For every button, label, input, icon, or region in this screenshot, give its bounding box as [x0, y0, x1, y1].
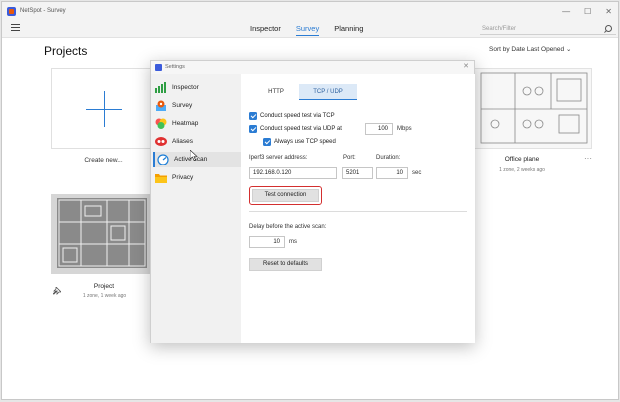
delay-unit-label: ms: [289, 239, 297, 245]
active-scan-panel: HTTP TCP / UDP Conduct speed test via TC…: [241, 74, 475, 343]
project-title-office[interactable]: Office plane: [492, 156, 552, 163]
test-connection-button[interactable]: Test connection: [252, 189, 319, 202]
udp-unit-label: Mbps: [397, 126, 412, 132]
tab-http[interactable]: HTTP: [253, 84, 299, 100]
server-address-label: Iperf3 server address:: [249, 155, 308, 161]
sidebar-item-label: Survey: [172, 102, 193, 109]
main-nav: Inspector Survey Planning: [250, 20, 363, 38]
project-title-project[interactable]: Project: [82, 283, 126, 290]
survey-pin-icon: [155, 100, 167, 111]
pin-icon[interactable]: [52, 282, 62, 295]
heatmap-icon: [155, 118, 167, 129]
page-title: Projects: [44, 44, 88, 58]
sidebar-item-aliases[interactable]: Aliases: [153, 134, 241, 149]
settings-sidebar: Inspector Survey Heatmap Aliases Active …: [151, 74, 241, 343]
duration-label: Duration:: [376, 155, 401, 161]
search-input[interactable]: Search/Filter: [480, 23, 616, 35]
sidebar-item-privacy[interactable]: Privacy: [153, 170, 241, 185]
floor-plan-image: [475, 69, 591, 148]
app-window: NetSpot - Survey — ☐ ✕ Inspector Survey …: [1, 1, 619, 400]
settings-title: Settings: [165, 64, 185, 70]
netspot-logo-icon: [155, 64, 162, 71]
udp-rate-input[interactable]: 100: [365, 123, 393, 135]
tab-survey[interactable]: Survey: [295, 20, 320, 38]
duration-unit-label: sec: [412, 170, 422, 176]
project-thumbnail-office[interactable]: [474, 68, 592, 149]
app-bar: Inspector Survey Planning Search/Filter: [2, 20, 618, 38]
always-tcp-checkbox[interactable]: [263, 138, 271, 146]
always-tcp-label: Always use TCP speed: [274, 139, 336, 145]
minimize-button[interactable]: —: [562, 7, 570, 16]
delay-label: Delay before the active scan:: [249, 224, 327, 230]
sidebar-item-heatmap[interactable]: Heatmap: [153, 116, 241, 131]
duration-input[interactable]: 10: [376, 167, 408, 179]
sidebar-item-label: Heatmap: [172, 120, 199, 127]
window-title: NetSpot - Survey: [20, 8, 66, 14]
udp-speed-test-checkbox[interactable]: [249, 125, 257, 133]
create-project-label: Create new...: [84, 157, 123, 164]
project-thumbnail-project[interactable]: [51, 194, 153, 274]
title-bar: NetSpot - Survey — ☐ ✕: [2, 2, 618, 20]
hamburger-menu-icon[interactable]: [11, 24, 20, 32]
close-icon[interactable]: ✕: [463, 62, 469, 70]
tcp-speed-test-row: Conduct speed test via TCP: [249, 112, 335, 120]
close-window-button[interactable]: ✕: [605, 7, 612, 16]
maximize-button[interactable]: ☐: [584, 7, 591, 16]
project-subtitle-office: 1 zone, 2 weeks ago: [499, 167, 545, 173]
sort-dropdown[interactable]: Sort by Date Last Opened ⌄: [489, 45, 571, 53]
port-input[interactable]: 5201: [342, 167, 373, 179]
sidebar-item-label: Inspector: [172, 84, 199, 91]
tab-inspector[interactable]: Inspector: [250, 20, 281, 38]
server-address-input[interactable]: 192.168.0.120: [249, 167, 337, 179]
sidebar-item-survey[interactable]: Survey: [153, 98, 241, 113]
window-controls: — ☐ ✕: [562, 2, 612, 20]
floor-plan-image: [51, 194, 153, 274]
sidebar-item-label: Aliases: [172, 138, 193, 145]
udp-speed-test-label: Conduct speed test via UDP at: [260, 126, 342, 132]
bar-chart-icon: [155, 82, 167, 93]
search-icon: [605, 25, 612, 32]
tab-tcp-udp[interactable]: TCP / UDP: [299, 84, 357, 100]
create-project-card[interactable]: [51, 68, 156, 149]
tcp-speed-test-label: Conduct speed test via TCP: [260, 113, 335, 119]
delay-input[interactable]: 10: [249, 236, 285, 248]
search-placeholder: Search/Filter: [482, 26, 517, 32]
speedometer-icon: [157, 154, 169, 166]
netspot-logo-icon: [7, 6, 16, 16]
udp-speed-test-row: Conduct speed test via UDP at: [249, 125, 342, 133]
settings-title-bar: Settings ✕: [151, 61, 474, 74]
reset-defaults-button[interactable]: Reset to defaults: [249, 258, 322, 271]
always-tcp-row: Always use TCP speed: [263, 138, 336, 146]
tab-planning[interactable]: Planning: [334, 20, 363, 38]
sidebar-item-inspector[interactable]: Inspector: [153, 80, 241, 95]
tcp-speed-test-checkbox[interactable]: [249, 112, 257, 120]
port-label: Port:: [343, 155, 356, 161]
folder-icon: [155, 172, 167, 183]
aliases-icon: [155, 136, 167, 147]
project-subtitle-project: 1 zone, 1 week ago: [82, 293, 127, 299]
more-options-icon[interactable]: ···: [584, 154, 592, 163]
section-divider: [249, 211, 467, 212]
sidebar-item-label: Privacy: [172, 174, 194, 181]
settings-dialog: Settings ✕ Inspector Survey Heatmap Alia…: [150, 60, 475, 343]
